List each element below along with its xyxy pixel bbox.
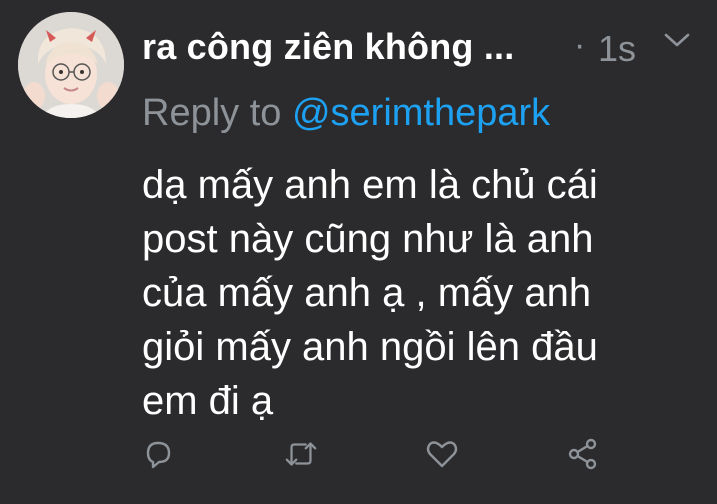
reply-context: Reply to @serimthepark bbox=[142, 92, 550, 135]
tweet-actions bbox=[0, 436, 717, 476]
avatar-image bbox=[18, 12, 124, 118]
reply-icon bbox=[146, 441, 171, 469]
tweet-card[interactable]: ra công ziên không ... · 1s Reply to @se… bbox=[0, 0, 717, 504]
retweet-icon bbox=[285, 442, 317, 466]
tweet-text-line: dạ mấy anh em là chủ cái bbox=[142, 163, 598, 207]
reply-handle-link[interactable]: @serimthepark bbox=[292, 92, 550, 134]
tweet-text-line: em đi ạ bbox=[142, 379, 274, 423]
tweet-text-line: giỏi mấy anh ngồi lên đầu bbox=[142, 325, 598, 369]
like-icon bbox=[426, 441, 458, 468]
chevron-down-icon[interactable] bbox=[663, 30, 691, 50]
tweet-text: dạ mấy anh em là chủ cái post này cũng n… bbox=[142, 158, 702, 428]
tweet-text-line: của mấy anh ạ , mấy anh bbox=[142, 271, 592, 315]
timestamp[interactable]: 1s bbox=[598, 28, 636, 70]
separator-dot: · bbox=[574, 26, 586, 64]
share-icon bbox=[568, 438, 597, 470]
tweet-text-line: post này cũng như là anh bbox=[142, 217, 594, 261]
reply-prefix: Reply to bbox=[142, 92, 292, 134]
like-button[interactable] bbox=[424, 436, 460, 472]
share-button[interactable] bbox=[565, 436, 601, 472]
display-name[interactable]: ra công ziên không ... bbox=[142, 26, 514, 68]
retweet-button[interactable] bbox=[283, 436, 319, 472]
avatar[interactable] bbox=[18, 12, 124, 118]
tweet-header: ra công ziên không ... · 1s bbox=[142, 26, 717, 72]
reply-button[interactable] bbox=[140, 436, 176, 472]
